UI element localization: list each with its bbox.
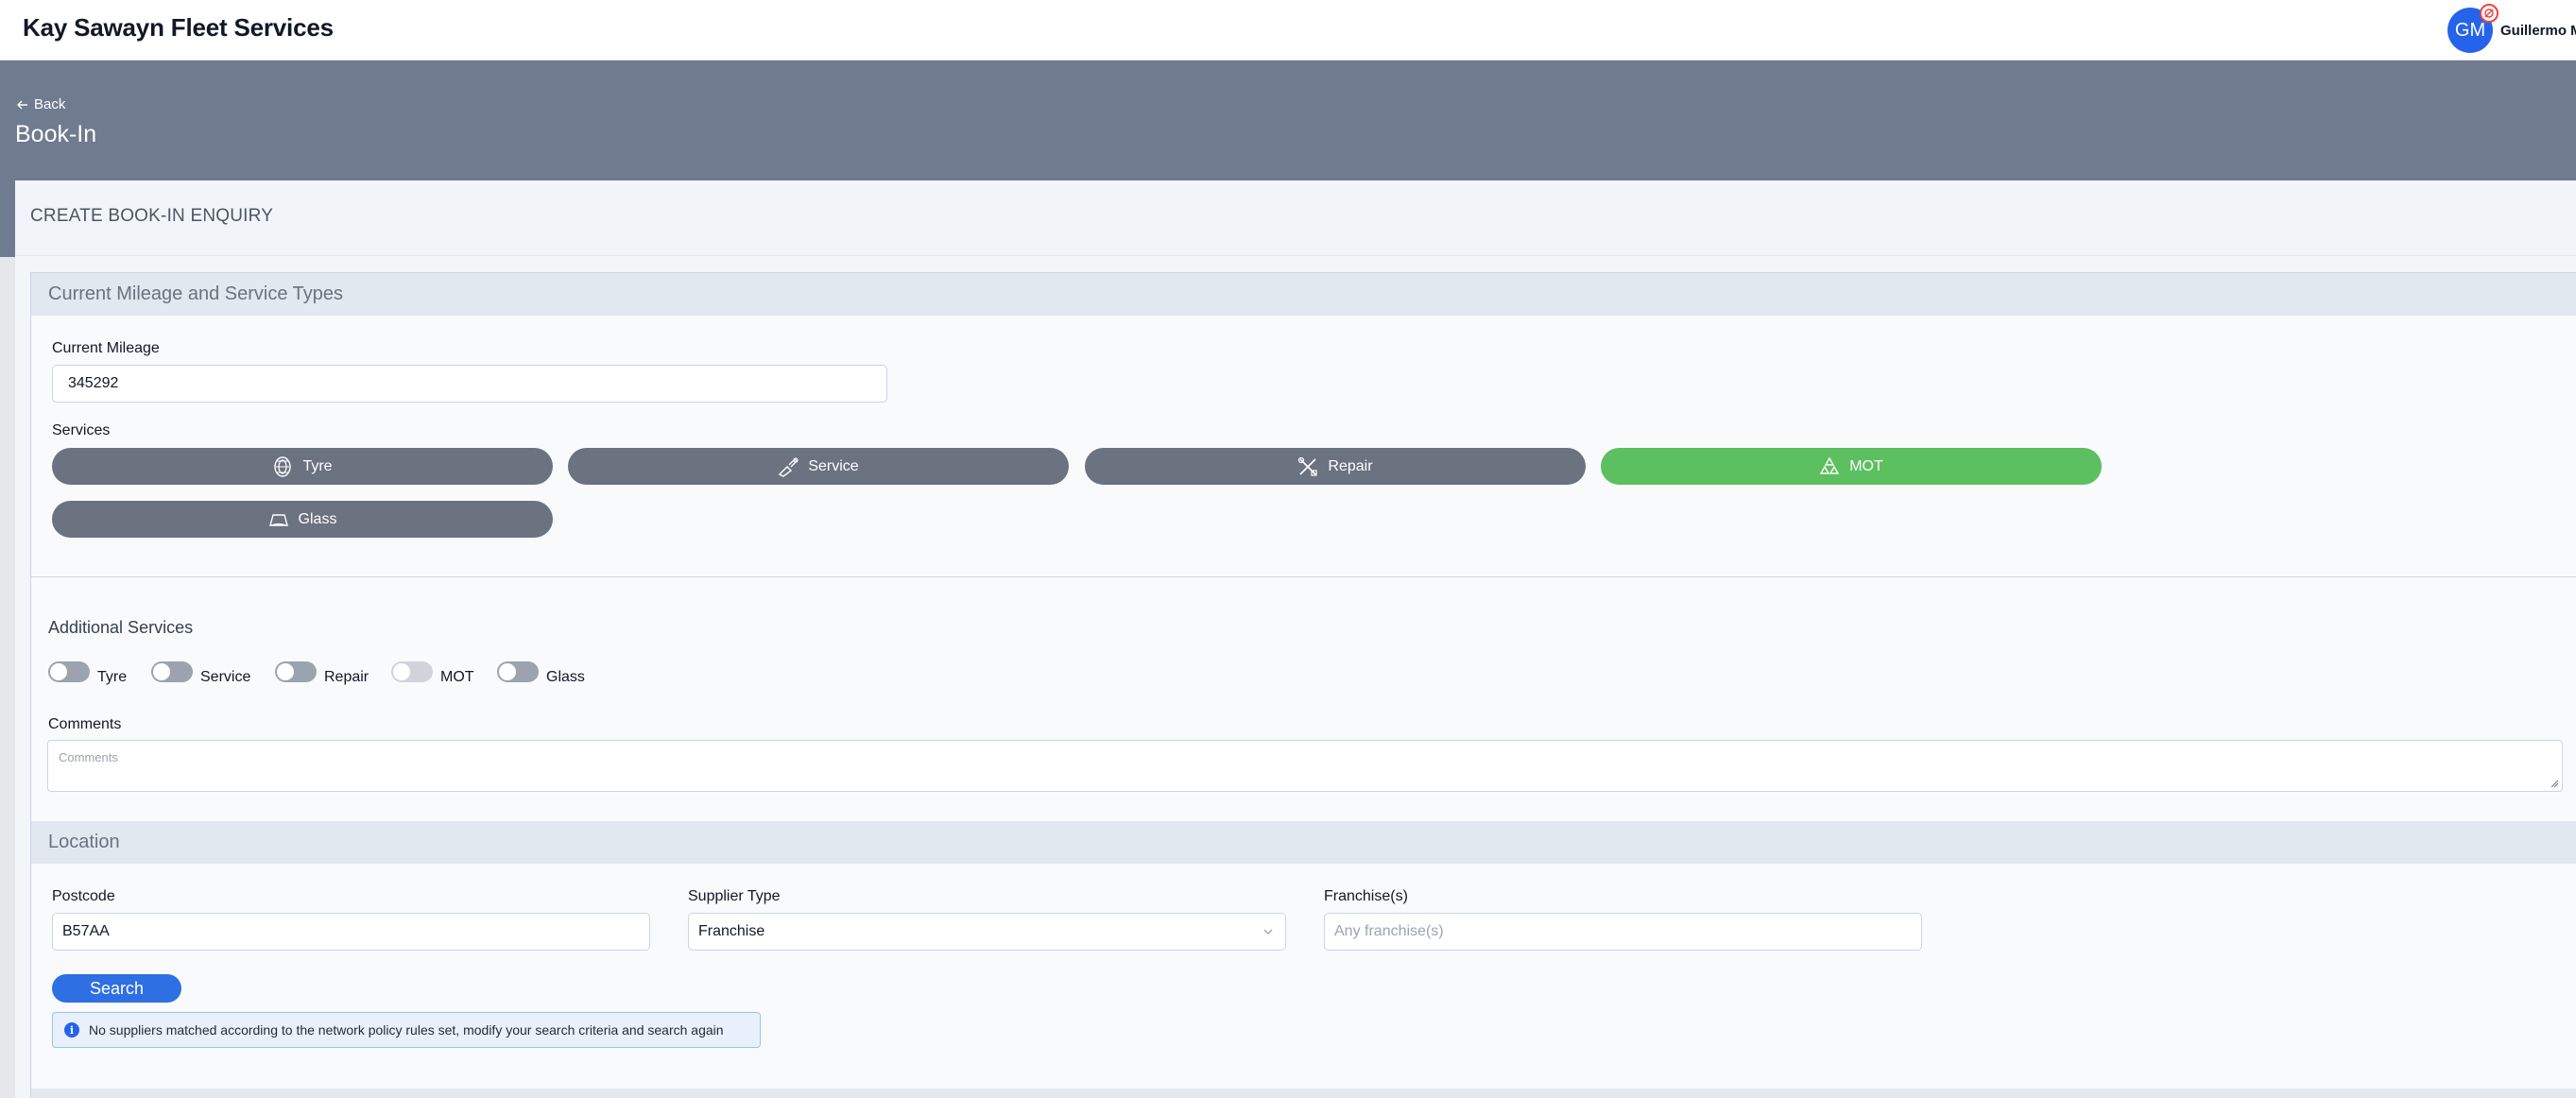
location-section-header: Location xyxy=(31,821,2576,864)
franchise-label: Franchise(s) xyxy=(1324,888,1408,904)
service-tyre-button[interactable]: Tyre xyxy=(52,448,553,485)
additional-service-label: Service xyxy=(200,669,251,685)
user-name[interactable]: Guillermo M xyxy=(2500,23,2576,39)
service-repair-label: Repair xyxy=(1328,457,1373,474)
service-glass-button[interactable]: Glass xyxy=(52,501,553,538)
supplier-type-select[interactable]: Franchise xyxy=(688,913,1286,951)
additional-repair-toggle-item[interactable]: Repair xyxy=(275,658,369,686)
services-label: Services xyxy=(52,422,111,438)
postcode-label: Postcode xyxy=(52,888,115,904)
resize-grip-icon[interactable] xyxy=(2550,779,2559,788)
additional-glass-label: Glass xyxy=(546,669,585,685)
additional-mot-toggle xyxy=(391,661,433,682)
mileage-input[interactable]: 345292 xyxy=(52,365,887,403)
additional-glass-toggle[interactable] xyxy=(497,661,539,682)
app-title: Kay Sawayn Fleet Services xyxy=(23,13,334,42)
service-tyre-label: Tyre xyxy=(302,457,333,474)
additional-tyre-toggle[interactable] xyxy=(48,661,90,682)
additional-tyre-label: Tyre xyxy=(97,669,128,685)
service-glass-label: Glass xyxy=(298,510,337,527)
alert-message: No suppliers matched according to the ne… xyxy=(89,1022,724,1038)
back-label: Back xyxy=(34,96,66,112)
tyre-icon xyxy=(274,455,292,477)
left-strip xyxy=(0,257,15,1098)
card-title: CREATE BOOK-IN ENQUIRY xyxy=(30,206,274,226)
next-section-header xyxy=(31,1089,2576,1098)
search-button[interactable]: Search xyxy=(52,974,181,1003)
service-service-label: Service xyxy=(808,457,859,474)
supplier-type-label: Supplier Type xyxy=(688,888,781,904)
service-icon xyxy=(779,456,799,477)
postcode-input[interactable]: B57AA xyxy=(52,913,650,951)
additional-repair-toggle[interactable] xyxy=(275,661,317,682)
info-icon: i xyxy=(64,1022,79,1038)
no-suppliers-alert: i No suppliers matched according to the … xyxy=(52,1012,761,1048)
service-mot-button[interactable]: MOT xyxy=(1601,448,2102,485)
comments-textarea[interactable]: Comments xyxy=(47,740,2563,792)
franchise-input[interactable]: Any franchise(s) xyxy=(1324,913,1922,951)
additional-service-toggle-item[interactable]: Service xyxy=(151,658,250,686)
notification-badge-icon[interactable] xyxy=(2480,4,2499,23)
additional-tyre-toggle-item[interactable]: Tyre xyxy=(48,658,127,686)
service-service-button[interactable]: Service xyxy=(568,448,1069,485)
back-link[interactable]: Back xyxy=(17,96,65,112)
additional-repair-label: Repair xyxy=(324,669,369,685)
supplier-type-value: Franchise xyxy=(698,923,765,939)
mileage-section-title: Current Mileage and Service Types xyxy=(48,283,344,304)
mileage-section-header: Current Mileage and Service Types xyxy=(31,273,2576,316)
page-title: Book-In xyxy=(15,121,97,147)
additional-mot-toggle-item: MOT xyxy=(391,658,474,686)
service-mot-label: MOT xyxy=(1849,457,1883,474)
glass-icon xyxy=(268,513,288,526)
chevron-down-icon xyxy=(1263,929,1273,935)
comments-label: Comments xyxy=(48,716,122,732)
top-bar: Kay Sawayn Fleet Services GM Guillermo M xyxy=(0,0,2576,60)
arrow-left-icon xyxy=(17,100,27,109)
additional-glass-toggle-item[interactable]: Glass xyxy=(497,658,585,686)
additional-mot-label: MOT xyxy=(440,669,474,685)
additional-service-toggle[interactable] xyxy=(151,661,193,682)
avatar-initials: GM xyxy=(2454,19,2486,41)
location-section-title: Location xyxy=(48,832,120,852)
comments-placeholder: Comments xyxy=(59,750,118,764)
additional-services-title: Additional Services xyxy=(48,618,194,637)
mot-icon xyxy=(1820,456,1840,474)
mileage-label: Current Mileage xyxy=(52,340,160,356)
card-header xyxy=(15,180,2576,256)
repair-icon xyxy=(1298,456,1318,476)
service-repair-button[interactable]: Repair xyxy=(1085,448,1586,485)
section-divider xyxy=(31,576,2576,577)
